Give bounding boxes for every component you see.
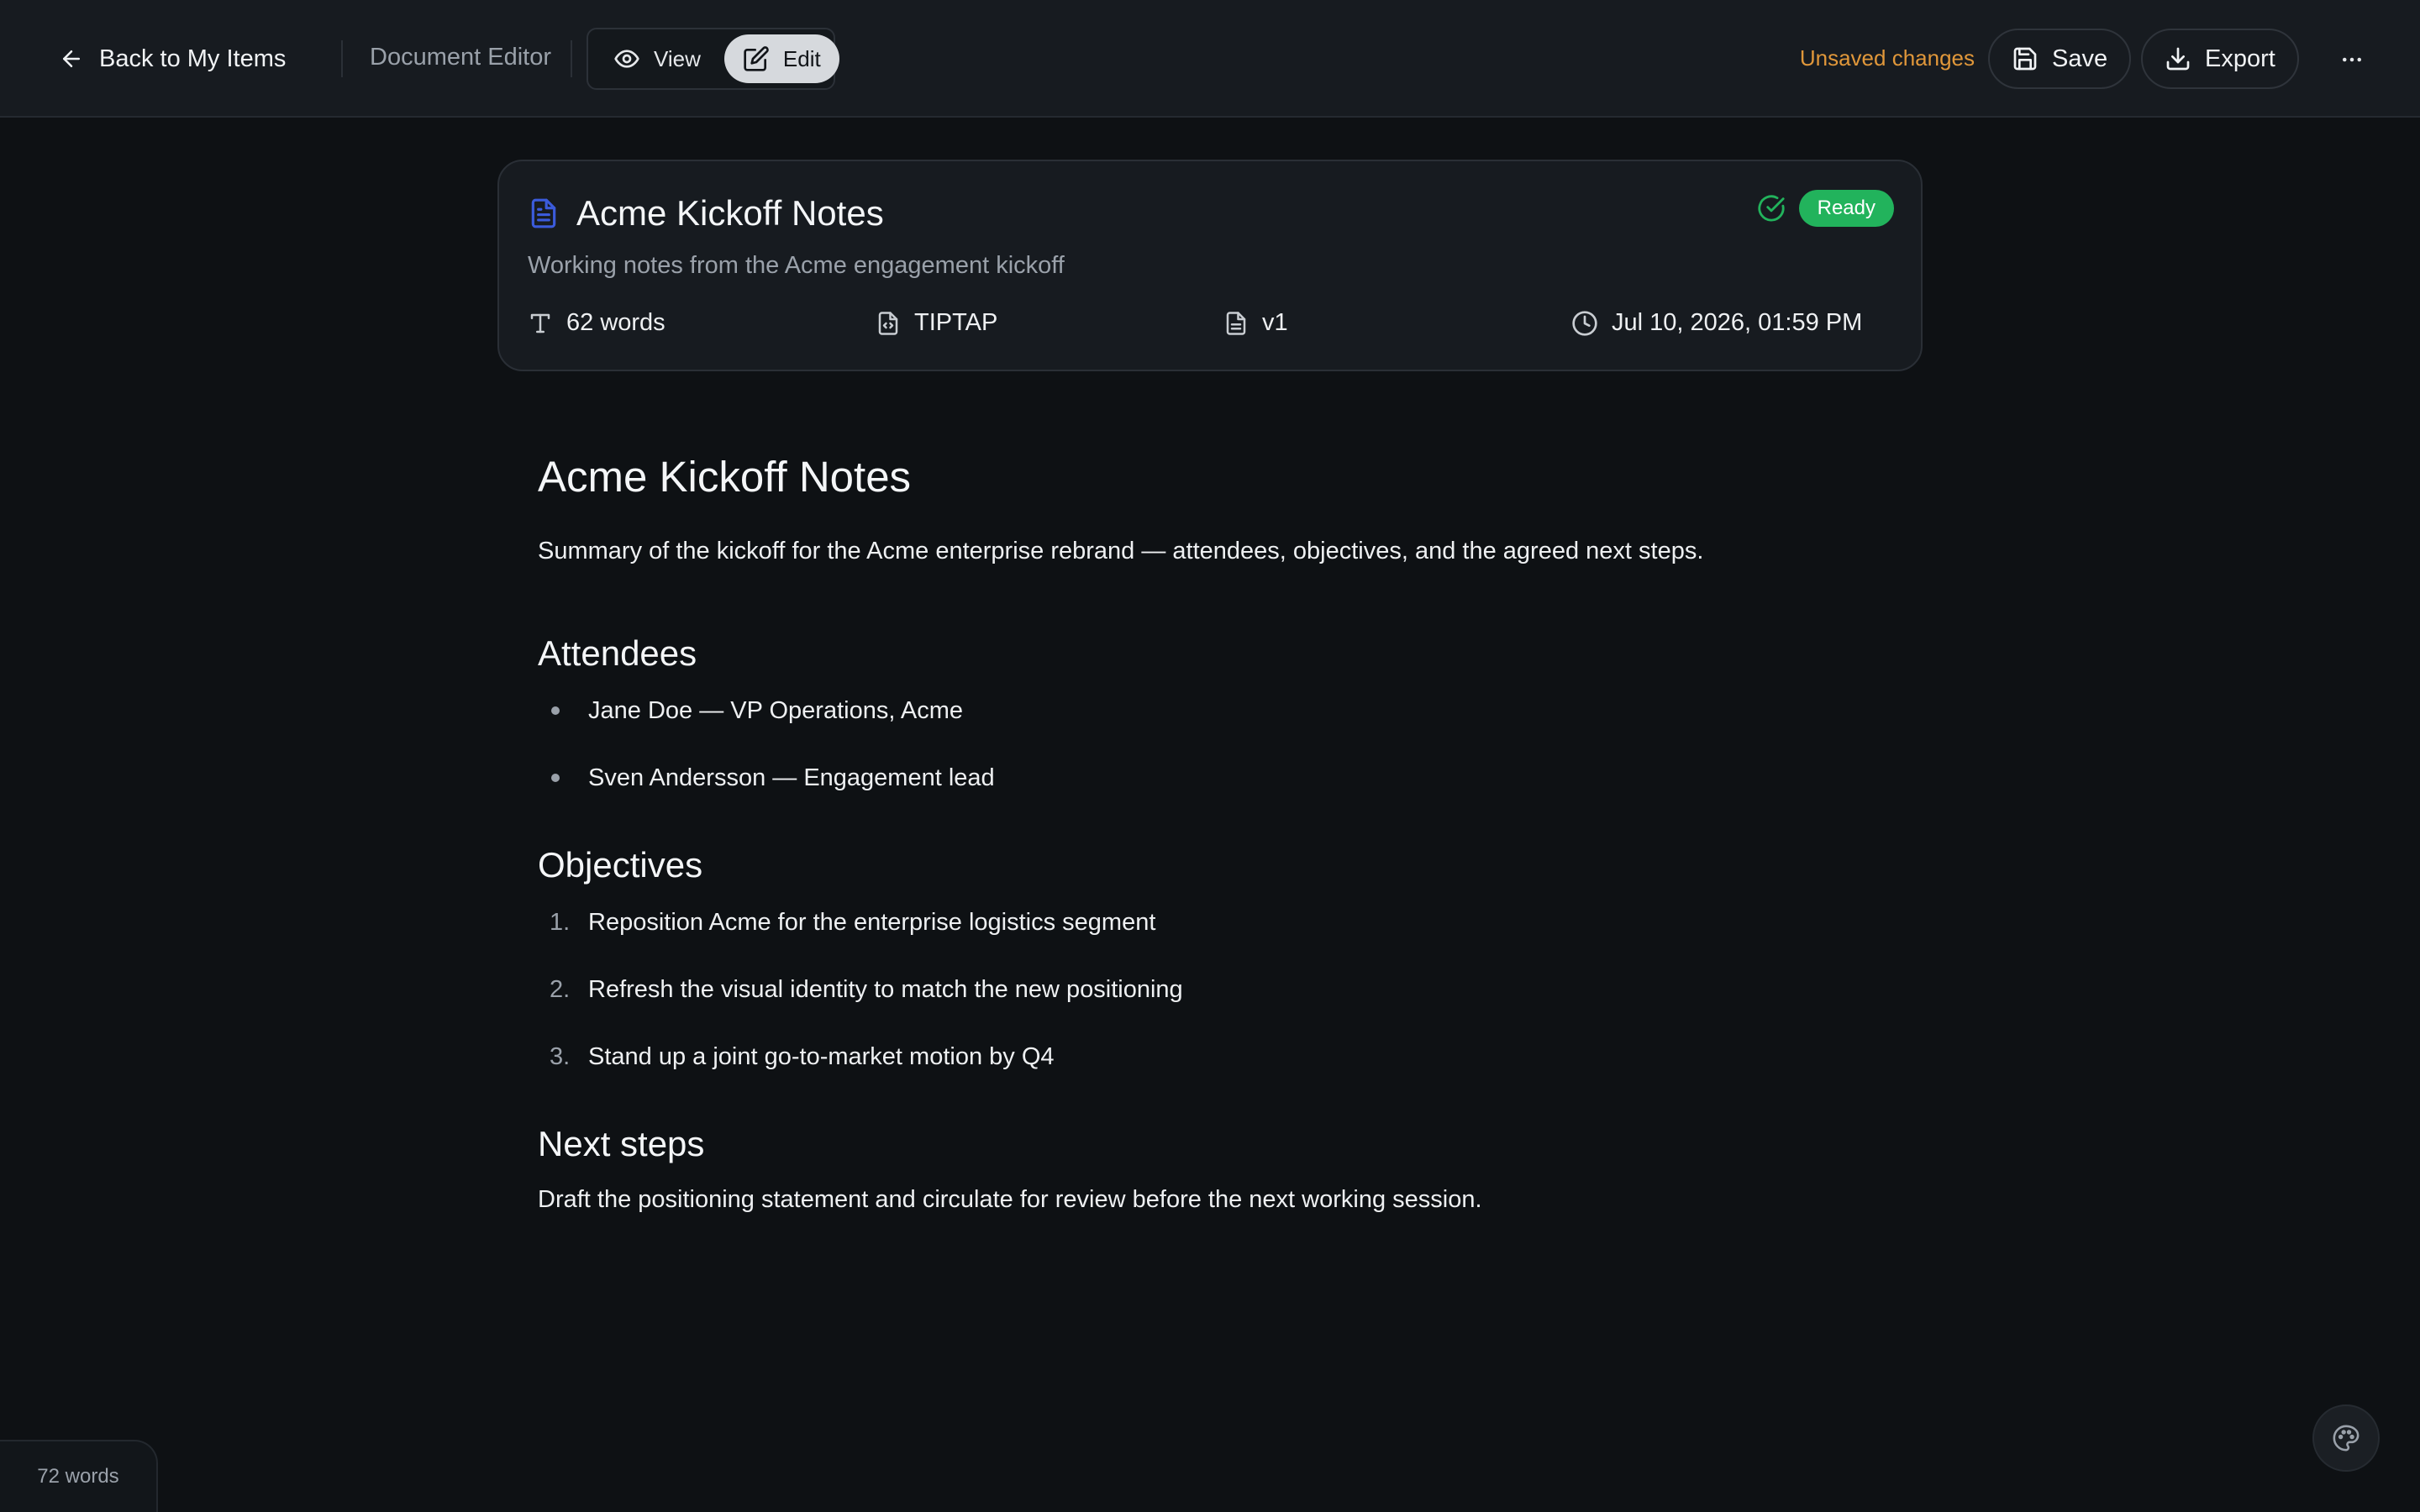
- view-edit-toggle: View Edit: [587, 28, 839, 90]
- next-steps-heading: Next steps: [538, 1124, 705, 1163]
- file-text-icon: [528, 196, 560, 231]
- card-title: Acme Kickoff Notes: [576, 193, 884, 233]
- palette-icon: [2332, 1424, 2360, 1452]
- download-icon: [2165, 45, 2191, 72]
- text-type-icon: [528, 311, 553, 336]
- list-number: 1.: [550, 909, 571, 936]
- pencil-square-icon: [743, 45, 770, 72]
- floppy-disk-icon: [2012, 45, 2039, 72]
- footer-word-count: 72 words: [0, 1440, 158, 1512]
- version-value: v1: [1262, 309, 1288, 336]
- objectives-list: 1. Reposition Acme for the enterprise log…: [538, 906, 1882, 1107]
- section-label: Document Editor: [370, 44, 551, 71]
- bullet-icon: [551, 774, 560, 782]
- updated-meta: Jul 10, 2026, 01:59 PM: [1571, 309, 1862, 337]
- file-code-icon: [876, 311, 901, 336]
- word-count-meta: 62 words: [528, 309, 666, 337]
- format-value: TIPTAP: [914, 309, 998, 336]
- list-item: Sven Andersson — Engagement lead: [538, 761, 1882, 828]
- more-options-button[interactable]: [2331, 39, 2373, 81]
- document-info-card: Acme Kickoff Notes Ready Working notes f…: [497, 160, 1923, 371]
- metadata-row: 62 words TIPTAP v1 Jul 10, 2026, 01:59 P…: [528, 309, 1897, 343]
- bullet-icon: [551, 706, 560, 715]
- attendee-text: Jane Doe — VP Operations, Acme: [588, 697, 963, 724]
- version-meta: v1: [1223, 309, 1288, 337]
- more-horizontal-icon: [2339, 47, 2365, 72]
- next-steps-text: Draft the positioning statement and circ…: [538, 1186, 1482, 1213]
- updated-value: Jul 10, 2026, 01:59 PM: [1612, 309, 1863, 336]
- back-link-label: Back to My Items: [99, 45, 287, 72]
- export-button[interactable]: Export: [2141, 29, 2299, 89]
- file-icon: [1223, 311, 1249, 336]
- export-button-label: Export: [2205, 45, 2275, 72]
- attendee-text: Sven Andersson — Engagement lead: [588, 764, 995, 791]
- top-bar: Back to My Items Document Editor View Ed…: [0, 0, 2420, 118]
- list-number: 3.: [550, 1043, 571, 1070]
- save-button[interactable]: Save: [1988, 29, 2132, 89]
- objective-text: Refresh the visual identity to match the…: [588, 976, 1183, 1003]
- objectives-heading: Objectives: [538, 845, 703, 885]
- list-item: 1. Reposition Acme for the enterprise log…: [538, 906, 1882, 973]
- card-subtitle: Working notes from the Acme engagement k…: [528, 252, 1065, 279]
- card-title-row: Acme Kickoff Notes: [528, 193, 884, 234]
- check-circle-icon: [1757, 194, 1786, 223]
- document-heading: Acme Kickoff Notes: [538, 453, 912, 501]
- unsaved-changes-indicator: Unsaved changes: [1799, 45, 1975, 71]
- format-meta: TIPTAP: [876, 309, 997, 337]
- document-intro: Summary of the kickoff for the Acme ente…: [538, 538, 1704, 564]
- objective-text: Reposition Acme for the enterprise logis…: [588, 909, 1156, 936]
- theme-palette-button[interactable]: [2312, 1404, 2380, 1472]
- view-mode-label: View: [654, 45, 701, 71]
- attendees-list: Jane Doe — VP Operations, Acme Sven Ande…: [538, 694, 1882, 828]
- attendees-heading: Attendees: [538, 633, 697, 673]
- objective-text: Stand up a joint go-to-market motion by …: [588, 1043, 1055, 1070]
- status-badge: Ready: [1798, 190, 1894, 227]
- clock-icon: [1571, 310, 1598, 337]
- topbar-divider: [341, 40, 343, 77]
- list-item: 3. Stand up a joint go-to-market motion b…: [538, 1040, 1882, 1107]
- arrow-left-icon: [59, 46, 84, 71]
- list-number: 2.: [550, 976, 571, 1003]
- edit-mode-label: Edit: [782, 45, 821, 71]
- save-button-label: Save: [2052, 45, 2108, 72]
- back-to-items-link[interactable]: Back to My Items: [59, 37, 286, 81]
- edit-mode-button[interactable]: Edit: [723, 34, 839, 83]
- eye-icon: [613, 45, 640, 72]
- topbar-divider: [571, 40, 572, 77]
- word-count-value: 62 words: [566, 309, 666, 336]
- list-item: 2. Refresh the visual identity to match t…: [538, 973, 1882, 1040]
- view-mode-button[interactable]: View: [595, 34, 719, 83]
- document-editor-content[interactable]: Acme Kickoff Notes Summary of the kickof…: [538, 437, 1882, 1216]
- status-indicator: Ready: [1757, 190, 1894, 227]
- list-item: Jane Doe — VP Operations, Acme: [538, 694, 1882, 761]
